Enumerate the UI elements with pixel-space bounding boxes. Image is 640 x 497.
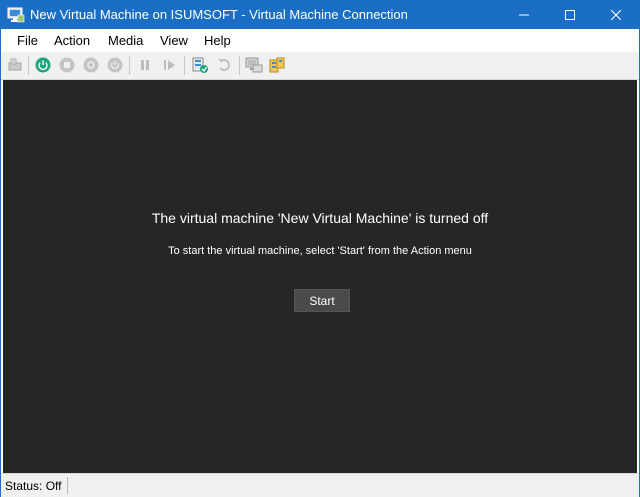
- toolbar-separator: [239, 56, 240, 75]
- menu-file[interactable]: File: [17, 33, 38, 48]
- maximize-icon: [565, 10, 575, 20]
- checkpoint-icon: [191, 56, 209, 74]
- vm-display-area[interactable]: The virtual machine 'New Virtual Machine…: [3, 80, 637, 473]
- revert-toolbar-button[interactable]: [215, 56, 233, 74]
- resume-toolbar-button[interactable]: [160, 56, 178, 74]
- start-icon: [34, 56, 52, 74]
- pause-icon: [136, 56, 154, 74]
- turn-off-toolbar-button[interactable]: [58, 56, 76, 74]
- menu-help[interactable]: Help: [204, 33, 231, 48]
- save-icon: [106, 56, 124, 74]
- save-toolbar-button[interactable]: [106, 56, 124, 74]
- window-title: New Virtual Machine on ISUMSOFT - Virtua…: [30, 7, 408, 22]
- checkpoint-toolbar-button[interactable]: [191, 56, 209, 74]
- pause-toolbar-button[interactable]: [136, 56, 154, 74]
- maximize-button[interactable]: [547, 1, 593, 29]
- toolbar-separator: [184, 56, 185, 75]
- revert-icon: [215, 56, 233, 74]
- minimize-icon: [519, 10, 529, 20]
- status-bar: Status: Off: [1, 473, 639, 497]
- close-icon: [611, 10, 621, 20]
- shut-down-icon: [82, 56, 100, 74]
- status-separator: [67, 477, 68, 494]
- close-button[interactable]: [593, 1, 639, 29]
- toolbar-separator: [28, 56, 29, 75]
- enhanced-session-icon: [245, 56, 263, 74]
- enhanced-session-toolbar-button[interactable]: [245, 56, 263, 74]
- menu-media[interactable]: Media: [108, 33, 143, 48]
- resume-icon: [160, 56, 178, 74]
- toolbar-separator: [129, 56, 130, 75]
- vm-connection-window: New Virtual Machine on ISUMSOFT - Virtua…: [0, 0, 640, 497]
- menu-view[interactable]: View: [160, 33, 188, 48]
- status-text: Status: Off: [5, 479, 62, 493]
- turn-off-icon: [58, 56, 76, 74]
- menu-action[interactable]: Action: [54, 33, 90, 48]
- start-button[interactable]: Start: [294, 289, 350, 312]
- minimize-button[interactable]: [501, 1, 547, 29]
- ctrl-alt-del-button[interactable]: [7, 56, 25, 74]
- start-toolbar-button[interactable]: [34, 56, 52, 74]
- toolbar: [1, 52, 639, 80]
- vm-connection-app-icon: [7, 6, 25, 24]
- menu-bar: File Action Media View Help: [1, 29, 639, 52]
- vm-off-message: The virtual machine 'New Virtual Machine…: [151, 210, 489, 226]
- share-icon: [268, 56, 286, 74]
- shut-down-toolbar-button[interactable]: [82, 56, 100, 74]
- ctrl-alt-del-icon: [7, 56, 25, 74]
- vm-start-instructions: To start the virtual machine, select 'St…: [168, 245, 472, 257]
- title-bar[interactable]: New Virtual Machine on ISUMSOFT - Virtua…: [1, 1, 639, 29]
- share-toolbar-button[interactable]: [268, 56, 286, 74]
